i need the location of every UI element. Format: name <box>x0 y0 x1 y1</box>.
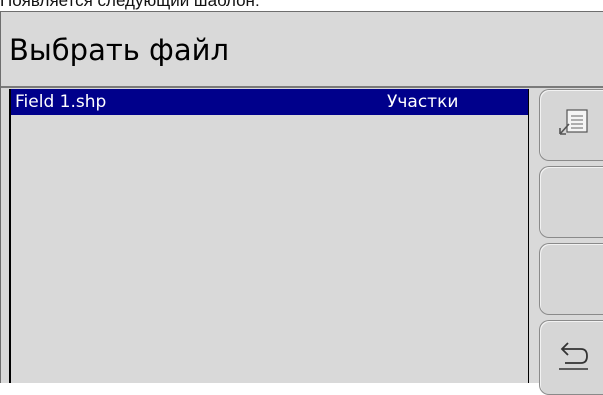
doc-caption: Появляется следующий шаблон: <box>0 0 260 10</box>
import-file-button[interactable] <box>539 89 603 161</box>
softkey-empty-3[interactable] <box>539 243 603 315</box>
back-button[interactable] <box>539 320 603 395</box>
file-row-selected[interactable]: Field 1.shp Участки <box>11 89 528 115</box>
terminal-screen: Выбрать файл Field 1.shp Участки <box>0 11 603 395</box>
title-bar: Выбрать файл <box>1 12 603 88</box>
back-arrow-icon <box>559 342 588 370</box>
softkey-empty-2[interactable] <box>539 166 603 238</box>
import-file-icon <box>559 109 588 135</box>
page-title: Выбрать файл <box>9 33 230 67</box>
softkey-bar <box>539 89 603 395</box>
file-type: Участки <box>387 92 459 112</box>
file-list[interactable]: Field 1.shp Участки <box>9 89 529 383</box>
file-name: Field 1.shp <box>15 92 107 112</box>
